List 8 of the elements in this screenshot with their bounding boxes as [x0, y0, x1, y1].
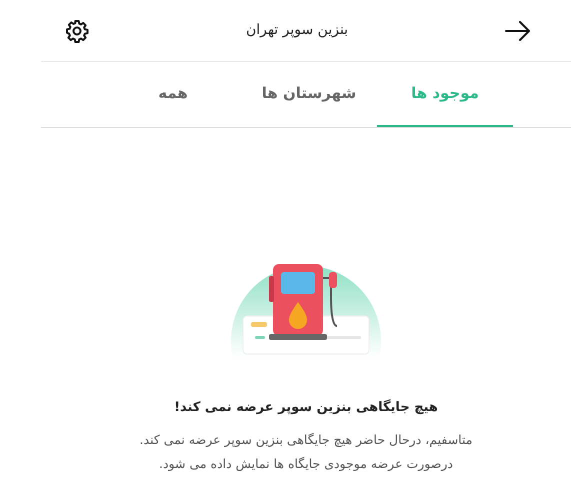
- empty-state-title: هیچ جایگاهی بنزین سوپر عرضه نمی کند!: [174, 398, 438, 417]
- header-title: بنزین سوپر تهران: [246, 21, 348, 40]
- tab[interactable]: همه: [105, 62, 241, 127]
- tab[interactable]: شهرستان ها: [241, 62, 377, 127]
- back-arrow-icon[interactable]: [505, 20, 531, 40]
- settings-icon[interactable]: [65, 18, 90, 42]
- empty-state-message: درصورت عرضه موجودی جایگاه ها نمایش داده می شود.: [159, 454, 453, 473]
- empty-state-message: متاسفیم، درحال حاضر هیچ جایگاهی بنزین سوپر عرضه نمی کند.: [140, 430, 472, 449]
